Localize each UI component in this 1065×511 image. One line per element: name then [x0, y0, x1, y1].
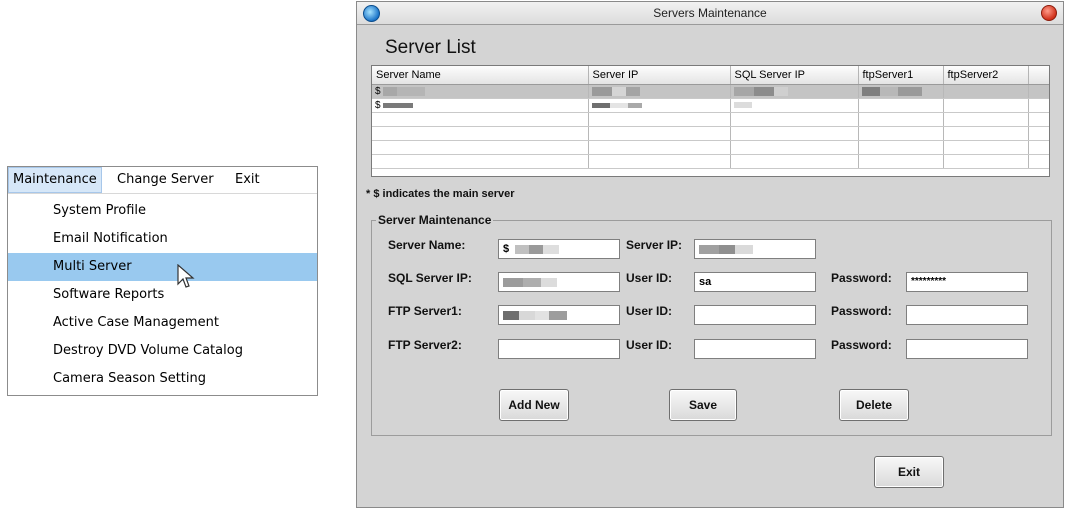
col-server-name[interactable]: Server Name	[372, 66, 589, 85]
server-list-grid[interactable]: Server Name Server IP SQL Server IP ftpS…	[371, 65, 1050, 177]
table-row[interactable]	[372, 140, 1049, 155]
menu-maintenance[interactable]: Maintenance	[8, 167, 102, 193]
grid-header-row: Server Name Server IP SQL Server IP ftpS…	[372, 66, 1049, 85]
col-server-ip[interactable]: Server IP	[588, 66, 731, 85]
cell-server-name: $	[375, 100, 381, 111]
delete-button[interactable]: Delete	[839, 389, 909, 421]
ftp-server1-field[interactable]	[498, 305, 620, 325]
ftp-server2-label: FTP Server2:	[388, 338, 462, 352]
menu-item-active-case-management[interactable]: Active Case Management	[8, 309, 317, 337]
ftp1-user-id-field[interactable]	[694, 305, 816, 325]
ftp-server1-label: FTP Server1:	[388, 304, 462, 318]
ftp2-password-label: Password:	[831, 338, 892, 352]
server-ip-label: Server IP:	[626, 238, 683, 252]
server-list-heading: Server List	[385, 37, 476, 58]
add-new-button[interactable]: Add New	[499, 389, 569, 421]
ftp1-password-label: Password:	[831, 304, 892, 318]
col-sql-server-ip[interactable]: SQL Server IP	[730, 66, 859, 85]
server-maintenance-group: Server Maintenance Server Name: $ Server…	[371, 213, 1052, 436]
sql-password-field[interactable]: *********	[906, 272, 1028, 292]
menu-item-system-profile[interactable]: System Profile	[8, 197, 317, 225]
ftp2-user-id-field[interactable]	[694, 339, 816, 359]
table-row[interactable]: $	[372, 84, 1049, 99]
window-title: Servers Maintenance	[653, 6, 767, 20]
table-row[interactable]: $	[372, 98, 1049, 113]
maintenance-menu: Maintenance Change Server Exit System Pr…	[7, 166, 318, 396]
col-ftp-server2[interactable]: ftpServer2	[943, 66, 1029, 85]
menu-item-destroy-dvd-volume-catalog[interactable]: Destroy DVD Volume Catalog	[8, 337, 317, 365]
sql-user-id-label: User ID:	[626, 271, 673, 285]
exit-button[interactable]: Exit	[874, 456, 944, 488]
menu-item-camera-season-setting[interactable]: Camera Season Setting	[8, 365, 317, 393]
sql-user-id-field[interactable]: sa	[694, 272, 816, 292]
ftp2-user-id-label: User ID:	[626, 338, 673, 352]
sql-server-ip-field[interactable]	[498, 272, 620, 292]
group-title: Server Maintenance	[376, 213, 494, 227]
col-ftp-server1[interactable]: ftpServer1	[858, 66, 944, 85]
server-ip-field[interactable]	[694, 239, 816, 259]
main-server-note: * $ indicates the main server	[366, 188, 515, 200]
maintenance-dropdown: System Profile Email Notification Multi …	[8, 197, 317, 393]
title-bar[interactable]: Servers Maintenance	[357, 2, 1063, 25]
menu-exit[interactable]: Exit	[231, 167, 264, 193]
col-filler	[1028, 66, 1049, 85]
cell-server-name: $	[375, 86, 381, 97]
table-row[interactable]	[372, 126, 1049, 141]
menu-item-software-reports[interactable]: Software Reports	[8, 281, 317, 309]
save-button[interactable]: Save	[669, 389, 737, 421]
server-name-value: $	[503, 243, 510, 255]
server-name-label: Server Name:	[388, 238, 466, 252]
servers-maintenance-window: Servers Maintenance Server List Server N…	[356, 1, 1064, 508]
close-icon[interactable]	[1041, 5, 1057, 21]
ftp2-password-field[interactable]	[906, 339, 1028, 359]
ftp-server2-field[interactable]	[498, 339, 620, 359]
sql-password-label: Password:	[831, 271, 892, 285]
mouse-cursor-icon	[177, 264, 195, 288]
menu-item-multi-server[interactable]: Multi Server	[8, 253, 317, 281]
menu-item-email-notification[interactable]: Email Notification	[8, 225, 317, 253]
menu-change-server[interactable]: Change Server	[113, 167, 218, 193]
table-row[interactable]	[372, 112, 1049, 127]
menu-bar: Maintenance Change Server Exit	[8, 167, 317, 194]
table-row[interactable]	[372, 154, 1049, 169]
ftp1-user-id-label: User ID:	[626, 304, 673, 318]
ftp1-password-field[interactable]	[906, 305, 1028, 325]
server-name-field[interactable]: $	[498, 239, 620, 259]
sql-server-ip-label: SQL Server IP:	[388, 271, 472, 285]
